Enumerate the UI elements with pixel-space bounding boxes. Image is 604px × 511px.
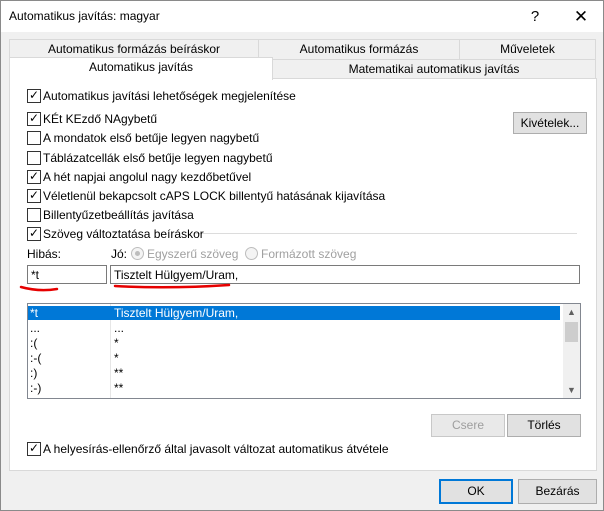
formatted-text-radio[interactable] bbox=[245, 247, 258, 260]
two-initials-checkbox[interactable]: ✓ bbox=[27, 111, 41, 126]
tab-label: Automatikus javítás bbox=[88, 60, 194, 74]
tab-label: Automatikus formázás bbox=[299, 42, 419, 56]
replace-button[interactable]: Csere bbox=[431, 414, 505, 437]
entry-from: ... bbox=[30, 321, 41, 335]
caps-lock-label: Véletlenül bekapcsolt cAPS LOCK billenty… bbox=[43, 189, 386, 203]
delete-button[interactable]: Törlés bbox=[507, 414, 581, 437]
sentence-first-label: A mondatok első betűje legyen nagybetű bbox=[43, 131, 260, 145]
tab-autoformat[interactable]: Automatikus formázás bbox=[258, 39, 460, 59]
entry-from: :( bbox=[30, 336, 38, 350]
entry-to: Tisztelt Hülgyem/Uram, bbox=[114, 306, 239, 320]
entry-from: *t bbox=[30, 306, 39, 320]
list-item[interactable]: :-( * bbox=[28, 351, 560, 365]
list-item[interactable]: :( * bbox=[28, 336, 560, 350]
tab-actions[interactable]: Műveletek bbox=[459, 39, 596, 59]
replace-text-checkbox[interactable]: ✓ bbox=[27, 226, 41, 241]
plain-text-label: Egyszerű szöveg bbox=[147, 247, 239, 261]
window-title: Automatikus javítás: magyar bbox=[9, 9, 160, 23]
two-initials-label: KÉt KEzdő NAgybetű bbox=[43, 112, 158, 126]
show-buttons-label: Automatikus javítási lehetőségek megjele… bbox=[43, 89, 296, 103]
entry-to: ... bbox=[114, 321, 125, 335]
tab-label: Automatikus formázás beíráskor bbox=[47, 42, 221, 56]
ok-button[interactable]: OK bbox=[439, 479, 513, 504]
list-scrollbar[interactable]: ▲ ▼ bbox=[563, 304, 580, 398]
keyboard-checkbox[interactable] bbox=[27, 208, 41, 222]
check-icon: ✓ bbox=[28, 169, 40, 183]
entry-to: * bbox=[114, 351, 119, 365]
scroll-up-icon[interactable]: ▲ bbox=[563, 304, 580, 320]
tab-label: Matematikai automatikus javítás bbox=[348, 62, 520, 76]
red-underline-annotations bbox=[19, 283, 231, 292]
formatted-text-label: Formázott szöveg bbox=[261, 247, 357, 261]
list-item[interactable]: :) ** bbox=[28, 366, 560, 380]
list-item[interactable]: *t Tisztelt Hülgyem/Uram, bbox=[28, 306, 560, 320]
wrong-label: Hibás: bbox=[27, 247, 62, 261]
autocorrect-dialog: Automatikus javítás: magyar ? ✕ Automati… bbox=[0, 0, 604, 511]
day-names-checkbox[interactable]: ✓ bbox=[27, 169, 41, 184]
list-item[interactable]: ... ... bbox=[28, 321, 560, 335]
close-icon[interactable]: ✕ bbox=[559, 1, 603, 32]
check-icon: ✓ bbox=[28, 226, 40, 240]
scroll-down-icon[interactable]: ▼ bbox=[563, 382, 580, 398]
autocorrect-entries-list[interactable]: *t Tisztelt Hülgyem/Uram, ... ... :( * :… bbox=[27, 303, 581, 399]
table-cell-first-label: Táblázatcellák első betűje legyen nagybe… bbox=[43, 151, 273, 165]
spellcheck-suggest-label: A helyesírás-ellenőrző által javasolt vá… bbox=[43, 442, 389, 456]
entry-to: ** bbox=[114, 366, 124, 380]
check-icon: ✓ bbox=[28, 441, 40, 455]
entry-from: :-( bbox=[30, 351, 42, 365]
tab-math-autocorrect[interactable]: Matematikai automatikus javítás bbox=[272, 59, 596, 79]
check-icon: ✓ bbox=[28, 111, 40, 125]
group-divider bbox=[195, 233, 577, 234]
replace-text-label: Szöveg változtatása beíráskor bbox=[43, 227, 204, 241]
right-label: Jó: bbox=[111, 247, 128, 261]
sentence-first-checkbox[interactable] bbox=[27, 131, 41, 145]
entry-from: :) bbox=[30, 366, 38, 380]
tab-autocorrect[interactable]: Automatikus javítás bbox=[9, 57, 273, 80]
cancel-button[interactable]: Bezárás bbox=[518, 479, 597, 504]
list-item[interactable]: :-) ** bbox=[28, 381, 560, 395]
scroll-thumb[interactable] bbox=[565, 322, 578, 342]
help-icon[interactable]: ? bbox=[513, 1, 557, 32]
spellcheck-suggest-checkbox[interactable]: ✓ bbox=[27, 441, 41, 456]
caps-lock-checkbox[interactable]: ✓ bbox=[27, 188, 41, 203]
keyboard-label: Billentyűzetbeállítás javítása bbox=[43, 208, 194, 222]
tab-autoformat-as-you-type[interactable]: Automatikus formázás beíráskor bbox=[9, 39, 259, 59]
check-icon: ✓ bbox=[28, 188, 40, 202]
radio-dot bbox=[135, 251, 140, 256]
check-icon: ✓ bbox=[28, 88, 40, 102]
title-bar: Automatikus javítás: magyar ? ✕ bbox=[1, 1, 603, 32]
entry-from: :-) bbox=[30, 381, 42, 395]
table-cell-first-checkbox[interactable] bbox=[27, 151, 41, 165]
plain-text-radio[interactable] bbox=[131, 247, 144, 260]
entry-to: * bbox=[114, 336, 119, 350]
exceptions-button[interactable]: Kivételek... bbox=[513, 112, 587, 134]
day-names-label: A hét napjai angolul nagy kezdőbetűvel bbox=[43, 170, 252, 184]
entry-to: ** bbox=[114, 381, 124, 395]
show-buttons-checkbox[interactable]: ✓ bbox=[27, 88, 41, 103]
tab-label: Műveletek bbox=[500, 42, 555, 56]
